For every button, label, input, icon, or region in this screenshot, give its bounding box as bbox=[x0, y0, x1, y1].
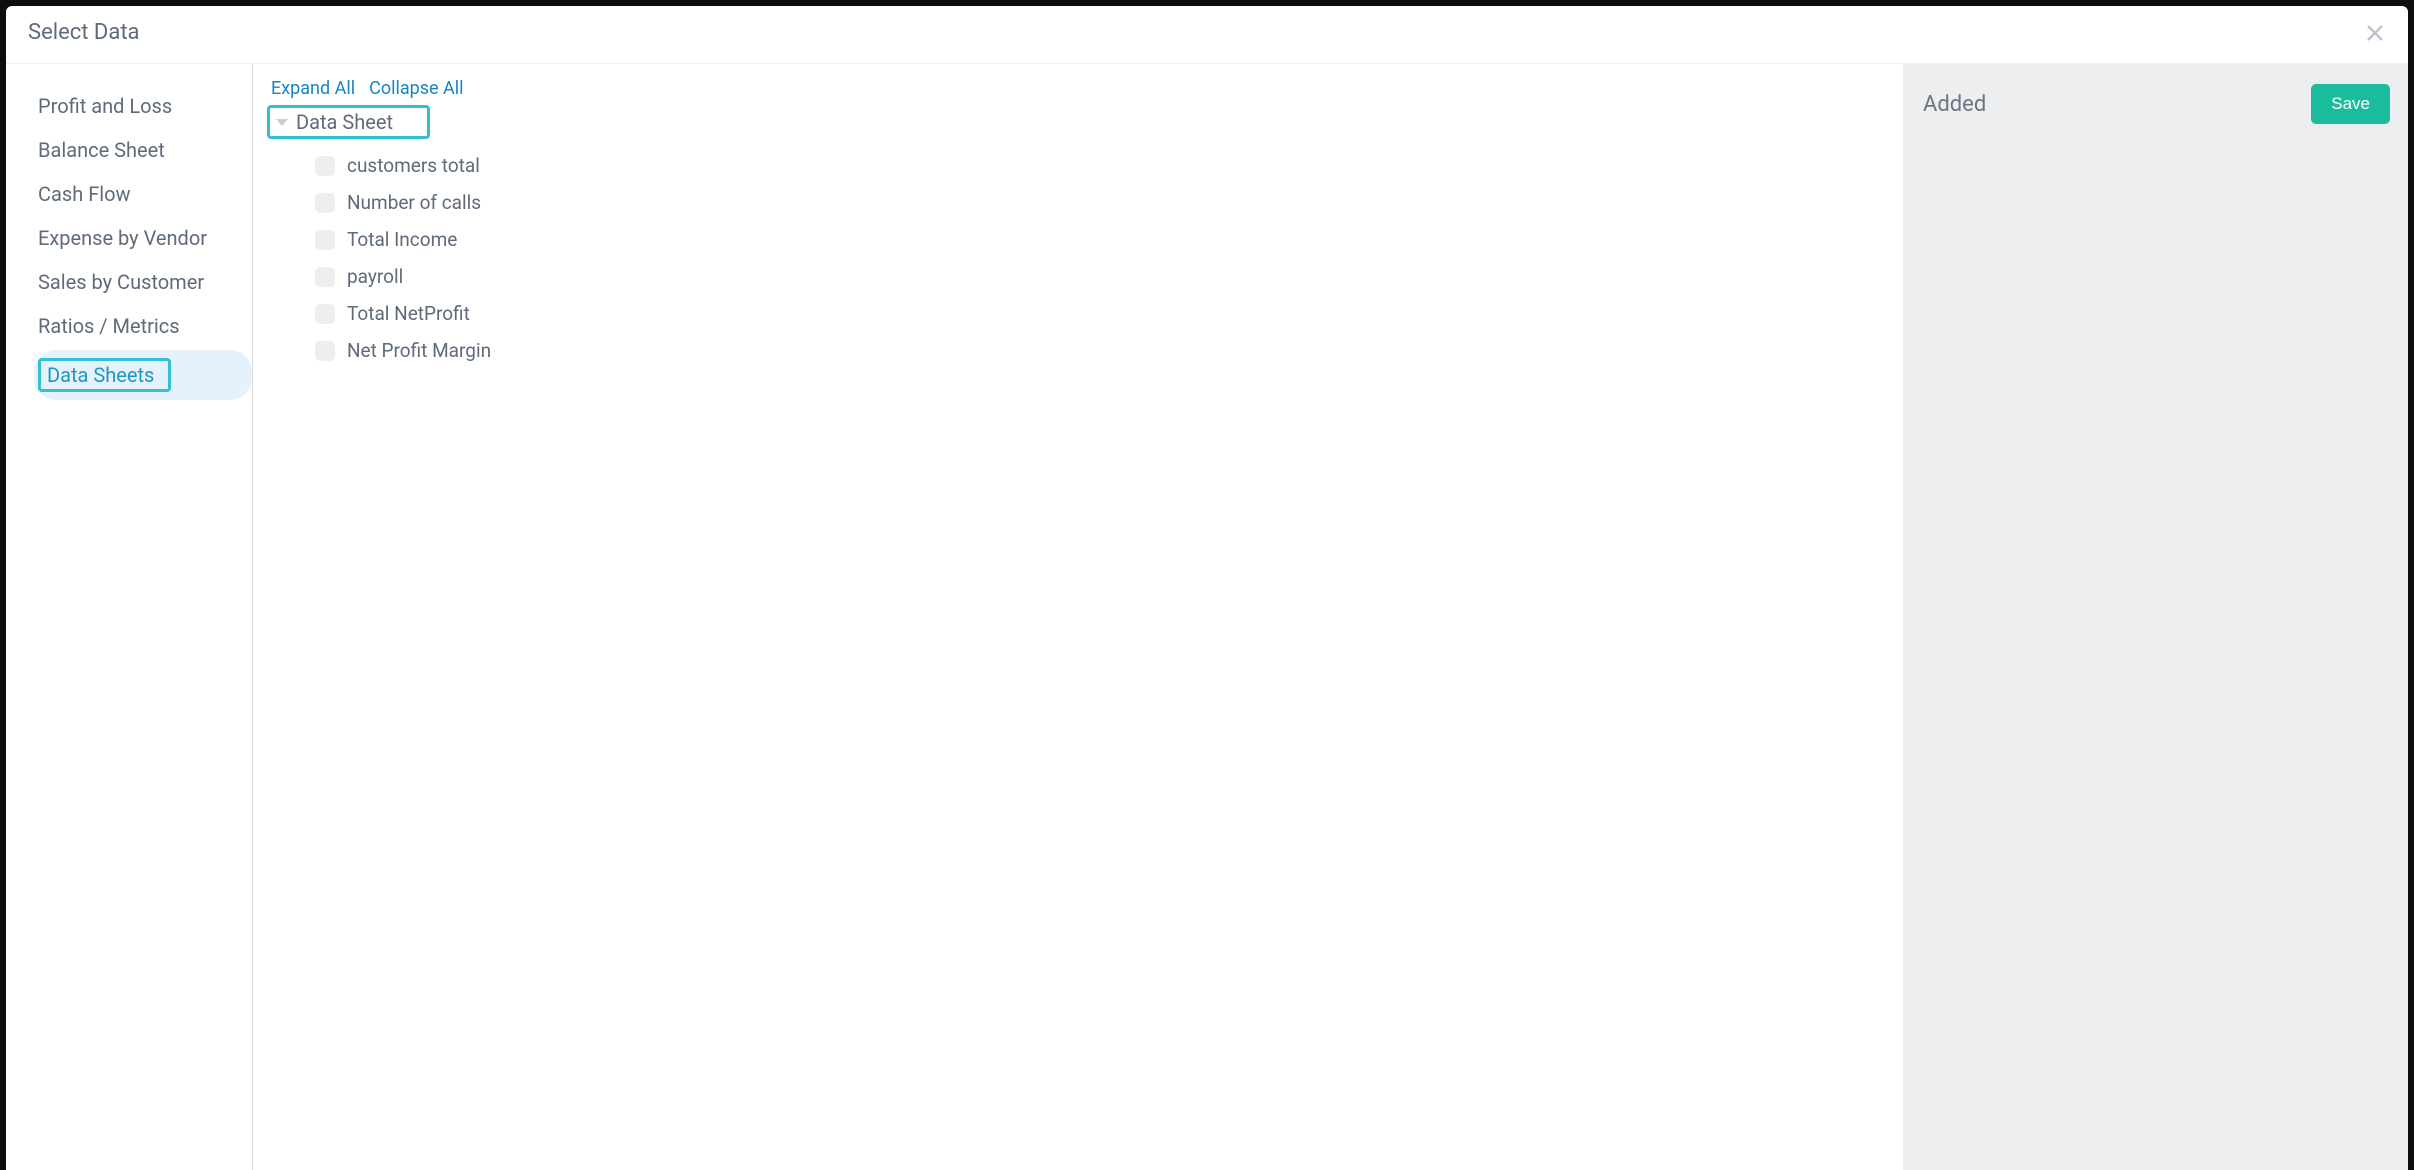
tree-item[interactable]: customers total bbox=[315, 147, 1893, 184]
sidebar-item-label: Ratios / Metrics bbox=[38, 314, 180, 338]
checkbox[interactable] bbox=[315, 230, 335, 250]
tree-item-label: Total NetProfit bbox=[347, 302, 470, 325]
checkbox[interactable] bbox=[315, 341, 335, 361]
sidebar-item-label: Balance Sheet bbox=[38, 138, 165, 162]
checkbox[interactable] bbox=[315, 156, 335, 176]
tree-item[interactable]: Total Income bbox=[315, 221, 1893, 258]
field-tree-panel: Expand All Collapse All Data Sheet custo… bbox=[253, 64, 1903, 1170]
sidebar-item-expense-by-vendor[interactable]: Expense by Vendor bbox=[34, 218, 252, 258]
tree-group-data-sheet[interactable]: Data Sheet bbox=[267, 105, 430, 139]
expand-all-link[interactable]: Expand All bbox=[271, 78, 355, 99]
added-header: Added Save bbox=[1923, 84, 2390, 124]
added-panel: Added Save bbox=[1903, 64, 2408, 1170]
tree-items: customers total Number of calls Total In… bbox=[267, 147, 1893, 369]
tree-group-title: Data Sheet bbox=[296, 110, 393, 134]
sidebar-item-label: Sales by Customer bbox=[38, 270, 204, 294]
save-button[interactable]: Save bbox=[2311, 84, 2390, 124]
category-sidebar: Profit and Loss Balance Sheet Cash Flow … bbox=[6, 64, 253, 1170]
sidebar-item-sales-by-customer[interactable]: Sales by Customer bbox=[34, 262, 252, 302]
tree-item-label: Total Income bbox=[347, 228, 457, 251]
sidebar-item-label: Profit and Loss bbox=[38, 94, 172, 118]
caret-down-icon bbox=[276, 119, 288, 126]
sidebar-item-balance-sheet[interactable]: Balance Sheet bbox=[34, 130, 252, 170]
tree-item-label: Net Profit Margin bbox=[347, 339, 491, 362]
tree-item-label: Number of calls bbox=[347, 191, 481, 214]
tree-item-label: customers total bbox=[347, 154, 480, 177]
select-data-modal: Select Data Profit and Loss Balance Shee… bbox=[6, 6, 2408, 1170]
checkbox[interactable] bbox=[315, 193, 335, 213]
tree-item[interactable]: payroll bbox=[315, 258, 1893, 295]
checkbox[interactable] bbox=[315, 267, 335, 287]
collapse-all-link[interactable]: Collapse All bbox=[369, 78, 463, 99]
sidebar-item-label: Cash Flow bbox=[38, 182, 131, 206]
sidebar-item-label: Data Sheets bbox=[38, 358, 171, 392]
sidebar-item-ratios-metrics[interactable]: Ratios / Metrics bbox=[34, 306, 252, 346]
close-button[interactable] bbox=[2364, 22, 2386, 44]
tree-item[interactable]: Number of calls bbox=[315, 184, 1893, 221]
tree-item-label: payroll bbox=[347, 265, 403, 288]
tree-item[interactable]: Total NetProfit bbox=[315, 295, 1893, 332]
close-icon bbox=[2364, 22, 2386, 44]
added-title: Added bbox=[1923, 92, 1986, 117]
sidebar-item-data-sheets[interactable]: Data Sheets bbox=[34, 350, 252, 400]
modal-body: Profit and Loss Balance Sheet Cash Flow … bbox=[6, 64, 2408, 1170]
checkbox[interactable] bbox=[315, 304, 335, 324]
sidebar-item-label: Expense by Vendor bbox=[38, 226, 207, 250]
sidebar-item-cash-flow[interactable]: Cash Flow bbox=[34, 174, 252, 214]
tree-actions: Expand All Collapse All bbox=[267, 78, 1893, 99]
modal-header: Select Data bbox=[6, 6, 2408, 64]
tree-item[interactable]: Net Profit Margin bbox=[315, 332, 1893, 369]
sidebar-item-profit-and-loss[interactable]: Profit and Loss bbox=[34, 86, 252, 126]
modal-title: Select Data bbox=[28, 20, 139, 45]
